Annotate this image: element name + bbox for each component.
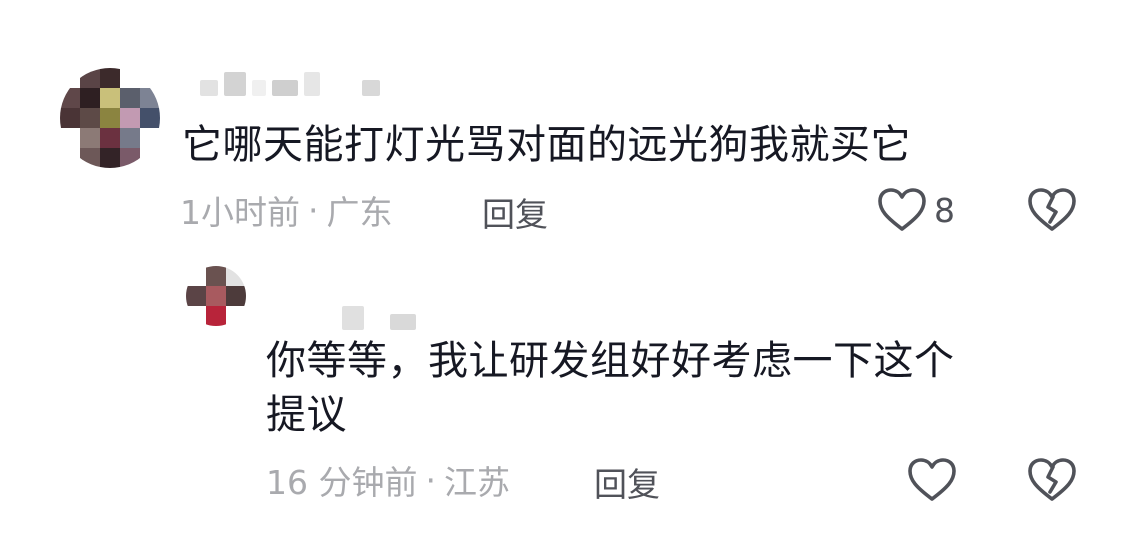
mosaic-cell — [80, 128, 100, 148]
like-button[interactable] — [906, 456, 958, 504]
mosaic-cell — [80, 68, 100, 88]
mosaic-cell — [140, 148, 160, 168]
mosaic-cell — [80, 108, 100, 128]
mosaic-cell — [100, 88, 120, 108]
username-blurred[interactable] — [318, 306, 416, 330]
heart-outline-icon[interactable] — [906, 456, 958, 504]
mosaic-cell — [186, 286, 206, 306]
mosaic-cell — [60, 148, 80, 168]
mosaic-cell — [60, 108, 80, 128]
avatar[interactable] — [186, 266, 246, 326]
comment-meta: 1小时前 · 广东 — [180, 186, 393, 234]
mosaic-cell — [206, 266, 226, 286]
mosaic-cell — [226, 306, 246, 326]
mosaic-cell — [100, 128, 120, 148]
blur-block — [370, 314, 384, 330]
broken-heart-icon[interactable] — [1026, 186, 1078, 234]
mosaic-cell — [80, 88, 100, 108]
meta-separator: · — [308, 190, 319, 230]
blur-block — [272, 80, 298, 96]
reply-comment-item: 你等等，我让研发组好好考虑一下这个 提议 16 分钟前 · 江苏 回复 — [0, 250, 1125, 557]
mosaic-cell — [60, 68, 80, 88]
comment-item: 它哪天能打灯光骂对面的远光狗我就买它 1小时前 · 广东 回复 8 — [0, 0, 1125, 250]
comment-time: 1小时前 — [180, 193, 300, 232]
blur-block — [252, 80, 266, 96]
mosaic-cell — [206, 306, 226, 326]
comment-text: 你等等，我让研发组好好考虑一下这个 提议 — [266, 338, 955, 438]
reply-button[interactable]: 回复 — [594, 458, 660, 506]
meta-separator: · — [425, 460, 436, 500]
blur-block — [200, 80, 218, 96]
mosaic-cell — [206, 286, 226, 306]
blur-block — [362, 80, 380, 96]
mosaic-cell — [226, 286, 246, 306]
mosaic-cell — [100, 68, 120, 88]
mosaic-cell — [140, 128, 160, 148]
mosaic-cell — [140, 68, 160, 88]
mosaic-cell — [120, 68, 140, 88]
mosaic-cell — [120, 88, 140, 108]
mosaic-cell — [120, 108, 140, 128]
blur-block — [224, 72, 246, 96]
mosaic-cell — [60, 128, 80, 148]
comment-location: 广东 — [326, 193, 393, 232]
reply-button[interactable]: 回复 — [482, 188, 548, 236]
mosaic-cell — [60, 88, 80, 108]
like-button[interactable]: 8 — [876, 186, 955, 234]
mosaic-cell — [140, 108, 160, 128]
mosaic-cell — [120, 148, 140, 168]
blur-block — [326, 80, 356, 96]
mosaic-cell — [140, 88, 160, 108]
comment-time: 16 分钟前 — [266, 463, 418, 502]
heart-outline-icon[interactable] — [876, 186, 928, 234]
mosaic-cell — [80, 148, 100, 168]
username-blurred[interactable] — [200, 72, 380, 96]
blur-block — [318, 314, 336, 330]
like-count: 8 — [934, 190, 955, 230]
blur-block — [342, 306, 364, 330]
mosaic-cell — [186, 266, 206, 286]
mosaic-cell — [100, 148, 120, 168]
comment-meta: 16 分钟前 · 江苏 — [266, 456, 510, 504]
mosaic-cell — [100, 108, 120, 128]
mosaic-cell — [120, 128, 140, 148]
mosaic-cell — [226, 266, 246, 286]
broken-heart-icon[interactable] — [1026, 456, 1078, 504]
avatar[interactable] — [60, 68, 160, 168]
blur-block — [390, 314, 416, 330]
comment-location: 江苏 — [443, 463, 510, 502]
mosaic-cell — [186, 306, 206, 326]
blur-block — [304, 72, 320, 96]
comment-text: 它哪天能打灯光骂对面的远光狗我就买它 — [182, 122, 911, 168]
